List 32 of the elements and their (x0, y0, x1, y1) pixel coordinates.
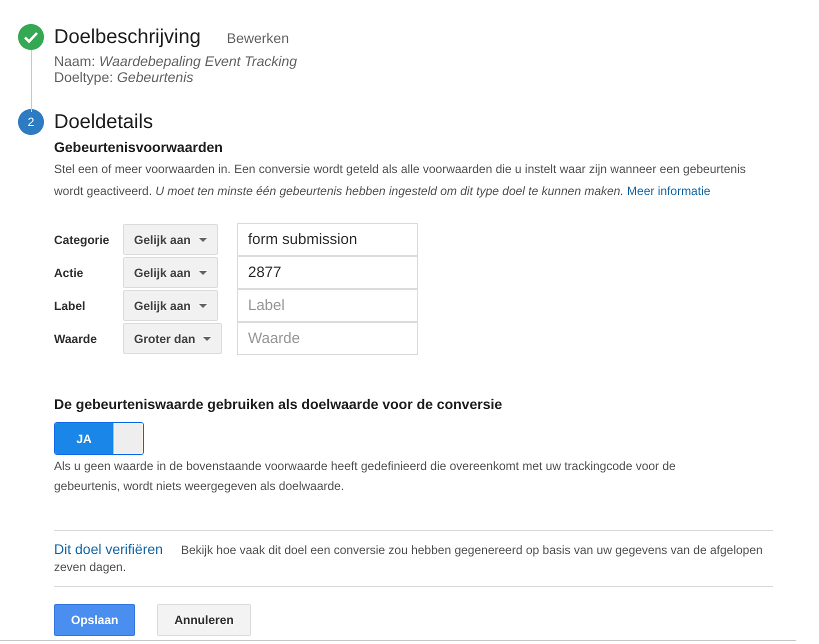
condition-label: Actie (54, 264, 84, 282)
operator-dropdown[interactable]: Groter dan (123, 323, 222, 354)
detail-line: Doeltype: Gebeurtenis (54, 69, 194, 85)
operator-dropdown[interactable]: Gelijk aan (123, 257, 218, 288)
toggle-switch[interactable]: JA (54, 422, 144, 455)
condition-input[interactable]: Waarde (237, 322, 418, 355)
condition-input[interactable]: 2877 (237, 256, 418, 289)
condition-label: Waarde (54, 330, 98, 348)
description: Stel een of meer voorwaarden in. Een conversie wordt geteld als alle voorwaarden die u instelt waar zijn wanneer een gebeurtenis wordt geactiveerd. U moet ten minste één gebeurtenis hebben ingesteld om dit type doel te kunnen maken. Meer informatie (54, 161, 747, 200)
verify-text: Dit doel verifiëren Bekijk hoe vaak dit doel een conversie zou hebben gegenereerd op basis van uw gegevens van de afgelopen zeven dagen. (54, 541, 764, 576)
detail-line: Naam: Waardebepaling Event Tracking (54, 53, 298, 69)
caret-icon (198, 270, 207, 274)
section-heading: De gebeurteniswaarde gebruiken als doelwaarde voor de conversie (54, 395, 504, 414)
verify-link[interactable]: Dit doel verifiëren (54, 541, 163, 557)
caret-icon (198, 304, 207, 308)
checkmark-icon (18, 24, 44, 50)
caret-icon (203, 336, 212, 340)
operator-dropdown[interactable]: Gelijk aan (123, 290, 218, 321)
help-text: Als u geen waarde in de bovenstaande voorwaarde heeft gedefinieerd die overeenkomt met uw trackingcode voor de gebeurtenis, wordt niets weergegeven als doelwaarde. (54, 458, 677, 495)
caret-icon (198, 238, 207, 242)
cancel-button[interactable]: Annuleren (157, 604, 251, 636)
more-info-link[interactable]: Meer informatie (627, 184, 710, 198)
step-number: 2 (18, 109, 44, 135)
operator-dropdown[interactable]: Gelijk aan (123, 224, 218, 255)
condition-label: Label (54, 298, 86, 314)
step-title: Doeldetails (54, 110, 153, 135)
condition-label: Categorie (54, 232, 110, 248)
condition-input[interactable]: Label (237, 289, 418, 322)
step-title: Doelbeschrijving (54, 25, 201, 50)
section-heading: Gebeurtenisvoorwaarden (54, 138, 224, 157)
edit-link[interactable]: Bewerken (226, 28, 290, 49)
condition-input[interactable]: form submission (237, 223, 418, 256)
